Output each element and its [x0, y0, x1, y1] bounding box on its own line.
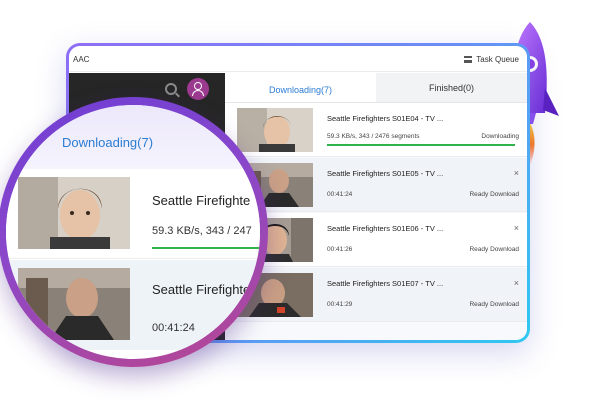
magnifier-lens: Downloading(7) Seattle Firefighte 59.3 K… [0, 97, 268, 367]
user-body [192, 90, 204, 96]
magnified-download-duration: 00:41:24 [152, 322, 195, 334]
user-head [194, 82, 202, 90]
magnified-progress-bar [152, 247, 260, 249]
title-bar: AAC Task Queue [69, 46, 527, 72]
magnified-download-row: Seattle Firefighte 59.3 KB/s, 343 / 247 [6, 169, 260, 259]
download-title: Seattle Firefighters S01E04 - TV ... [327, 114, 444, 123]
tab-downloading[interactable]: Downloading(7) [225, 73, 376, 102]
tab-finished[interactable]: Finished(0) [376, 73, 527, 102]
magnified-download-row: Seattle Firefighte 00:41:24 [6, 260, 260, 350]
download-row[interactable]: Seattle Firefighters S01E06 - TV ... 00:… [225, 213, 527, 267]
close-icon[interactable]: × [514, 223, 519, 233]
download-status: Downloading [481, 133, 519, 140]
magnifier-content: Downloading(7) Seattle Firefighte 59.3 K… [6, 105, 260, 359]
download-row[interactable]: Seattle Firefighters S01E07 - TV ... 00:… [225, 268, 527, 322]
magnified-download-title: Seattle Firefighte [152, 193, 251, 208]
user-avatar-icon[interactable] [187, 78, 209, 100]
download-duration: 00:41:24 [327, 191, 353, 198]
download-duration: 00:41:26 [327, 246, 353, 253]
download-title: Seattle Firefighters S01E07 - TV ... [327, 279, 444, 288]
progress-bar [327, 144, 515, 146]
task-queue-label: Task Queue [476, 55, 519, 64]
download-status: Ready Download [469, 246, 519, 253]
download-title: Seattle Firefighters S01E05 - TV ... [327, 169, 444, 178]
download-row[interactable]: Seattle Firefighters S01E04 - TV ... 59.… [225, 103, 527, 157]
list-icon [464, 56, 473, 63]
magnified-thumbnail [18, 177, 130, 249]
download-title: Seattle Firefighters S01E06 - TV ... [327, 224, 444, 233]
download-row[interactable]: Seattle Firefighters S01E05 - TV ... 00:… [225, 158, 527, 212]
close-icon[interactable]: × [514, 168, 519, 178]
download-panel: Downloading(7) Finished(0) Seattle Firef… [225, 73, 527, 340]
app-title: AAC [73, 55, 90, 64]
magnified-download-title: Seattle Firefighte [152, 282, 251, 297]
magnified-download-speed: 59.3 KB/s, 343 / 247 [152, 225, 252, 237]
download-speed: 59.3 KB/s, 343 / 2476 segments [327, 133, 420, 140]
tab-bar: Downloading(7) Finished(0) [225, 73, 527, 103]
search-icon[interactable] [165, 83, 177, 95]
task-queue-button[interactable]: Task Queue [464, 55, 519, 64]
download-status: Ready Download [469, 191, 519, 198]
close-icon[interactable]: × [514, 278, 519, 288]
magnified-thumbnail [18, 268, 130, 340]
download-status: Ready Download [469, 301, 519, 308]
magnified-tab-downloading: Downloading(7) [62, 135, 154, 150]
download-duration: 00:41:29 [327, 301, 353, 308]
